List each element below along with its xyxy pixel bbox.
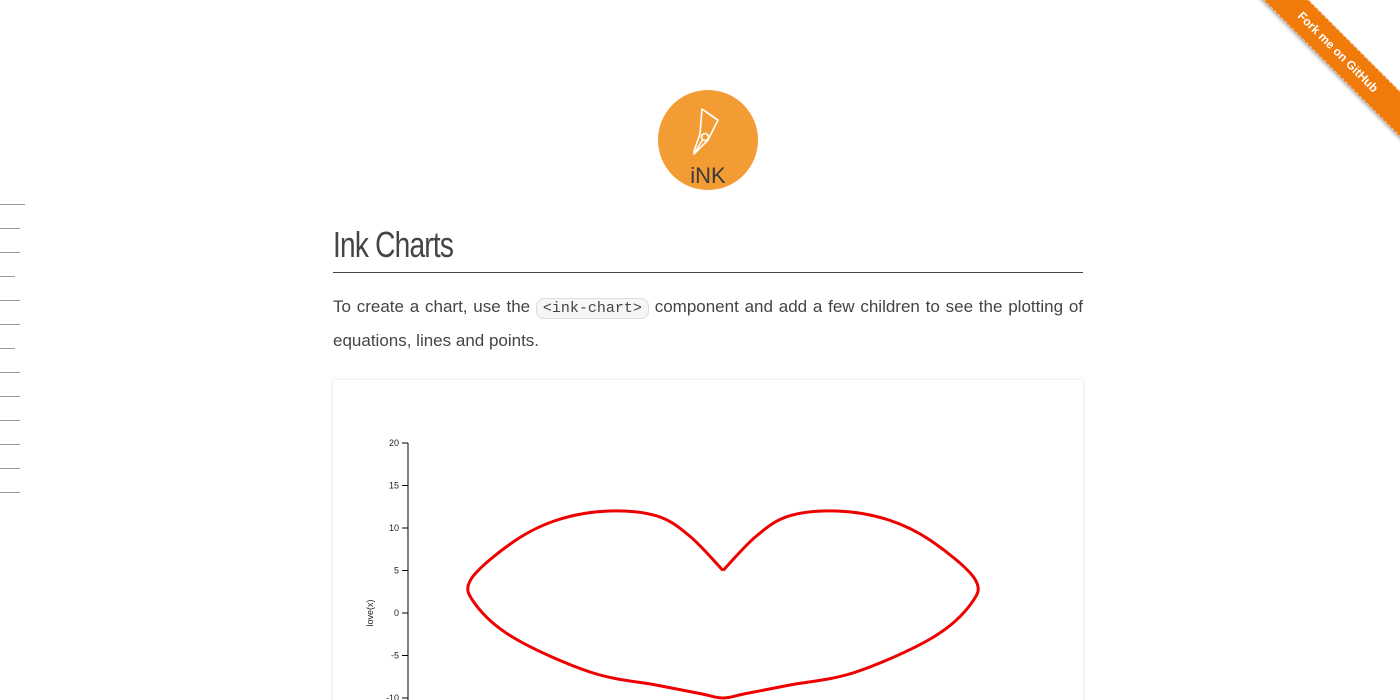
page-title: Ink Charts: [333, 224, 454, 265]
side-nav-item[interactable]: [0, 468, 20, 469]
y-tick-label: -10: [386, 693, 399, 700]
ink-chart-code: <ink-chart>: [535, 298, 649, 319]
side-nav-item[interactable]: [0, 252, 20, 253]
intro-paragraph: To create a chart, use the <ink-chart> c…: [333, 291, 1083, 357]
intro-text-before: To create a chart, use the: [333, 297, 536, 316]
y-tick-label: -5: [391, 651, 399, 661]
side-nav-item[interactable]: [0, 300, 20, 301]
side-nav-item[interactable]: [0, 324, 20, 325]
side-nav-item[interactable]: [0, 372, 20, 373]
side-nav-item[interactable]: [0, 444, 20, 445]
heart-curve: [466, 509, 980, 700]
side-nav-item[interactable]: [0, 348, 15, 349]
side-nav-item[interactable]: [0, 420, 20, 421]
main-content: Ink Charts To create a chart, use the <i…: [333, 222, 1083, 357]
y-tick-label: 20: [389, 438, 399, 448]
logo-text: iNK: [690, 163, 726, 188]
y-tick-label: 5: [394, 566, 399, 576]
side-nav-item[interactable]: [0, 228, 20, 229]
y-axis-label: love(x): [365, 599, 375, 626]
y-tick-label: 10: [389, 523, 399, 533]
github-ribbon-container: Fork me on GitHub: [1250, 0, 1400, 150]
ink-logo: iNK: [658, 90, 758, 190]
y-tick-label: 0: [394, 608, 399, 618]
love-chart: 20 15 10 5 0 -5 -10 love(x): [365, 438, 980, 700]
side-nav-item[interactable]: [0, 492, 20, 493]
side-nav-item[interactable]: [0, 396, 20, 397]
y-tick-label: 15: [389, 481, 399, 491]
fork-on-github-ribbon[interactable]: Fork me on GitHub: [1250, 0, 1400, 142]
title-divider: [333, 272, 1083, 273]
ink-logo-icon: iNK: [658, 90, 758, 190]
chart-card: 20 15 10 5 0 -5 -10 love(x): [333, 380, 1083, 700]
side-nav-item[interactable]: [0, 276, 15, 277]
side-nav-item[interactable]: [0, 204, 25, 205]
